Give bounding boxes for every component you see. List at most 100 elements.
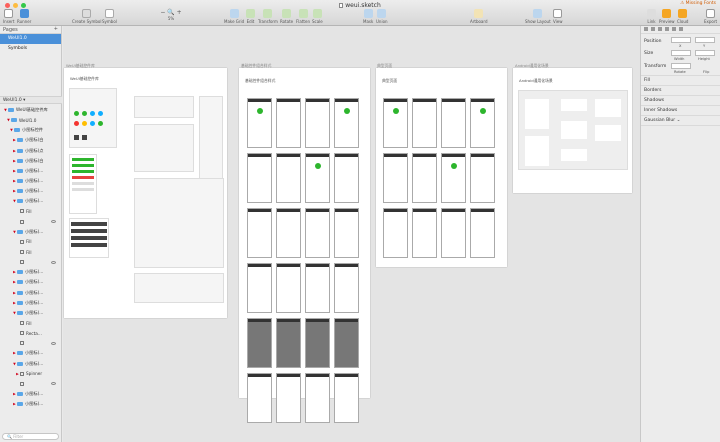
layer-row[interactable]: ▶ 小图标(… [0,267,62,277]
zoom-control[interactable]: − 🔍 +5% [160,9,182,21]
flip-label: Flip [703,70,710,74]
layer-row[interactable]: Fill [0,318,62,328]
layer-row[interactable]: ▼ 小图标(… [0,196,62,206]
artboard-button[interactable]: Artboard [470,9,488,24]
eye-icon[interactable] [51,220,56,224]
layer-row[interactable]: ▶ 小图标(点 [0,146,62,156]
dark-list-card [69,218,109,258]
flatten-button[interactable]: Flatten [296,9,310,24]
add-page-icon[interactable]: + [54,26,58,32]
inner-shadows-label: Inner Shadows [644,108,678,113]
layer-row[interactable] [0,217,62,227]
artboard-title-2: 基础控件组合样式 [245,78,276,83]
view-button[interactable]: View [553,9,563,24]
artboard-typical-pages[interactable]: 典型页面 [376,68,507,267]
layer-row[interactable]: ▼ WeUI1.0 [0,115,62,125]
inner-shadows-section[interactable]: Inner Shadows [641,106,720,116]
layer-row[interactable]: ▶ 小图标(… [0,399,62,409]
layer-row[interactable] [0,338,62,348]
zoom-out-icon[interactable]: − 🔍 + [160,9,181,16]
layer-row[interactable]: ▶ 小图标(… [0,348,62,358]
borders-section[interactable]: Borders [641,86,720,96]
layer-filter-input[interactable]: 🔍 Filter [2,433,59,440]
artboard-combo-styles[interactable]: 基础控件组合样式 [239,68,370,423]
layer-row[interactable]: Recta… [0,328,62,338]
layer-row[interactable]: ▶ 小图标(… [0,176,62,186]
preview-button[interactable]: Preview [659,9,675,24]
align-left-icon[interactable] [644,27,648,31]
layer-row[interactable]: ▼ 小图标(… [0,308,62,318]
artboard-basic-controls[interactable]: WeUI基础控件库 [64,68,227,318]
chevron-down-icon[interactable]: ⌄ [677,118,681,123]
cloud-label: Cloud [677,19,689,24]
make-grid-button[interactable]: Make Grid [224,9,244,24]
scale-button[interactable]: Scale [312,9,323,24]
cloud-button[interactable]: Cloud [677,9,688,24]
transform-button[interactable]: Transform [258,9,278,24]
screen-thumbnail [305,373,330,423]
layer-row[interactable]: ▼ WeUI基础控件库 [0,105,62,115]
export-button[interactable]: Export [704,9,717,24]
y-field[interactable] [695,37,715,43]
union-button[interactable]: Union [376,9,388,24]
width-field[interactable] [671,50,691,56]
cell-card-2 [134,124,194,172]
x-field[interactable] [671,37,691,43]
screen-thumbnail [247,318,272,368]
rotate-field[interactable] [671,63,691,69]
layer-row[interactable]: ▼ 小图标(… [0,227,62,237]
document-icon [339,3,344,8]
mask-button[interactable]: Mask [363,9,373,24]
eye-icon[interactable] [51,260,56,264]
layer-row[interactable]: ▶ 小图标(白 [0,156,62,166]
align-center-icon[interactable] [651,27,655,31]
align-right-icon[interactable] [658,27,662,31]
export-icon [706,9,716,18]
layer-row[interactable]: ▼ 小图标控件 [0,125,62,135]
make-grid-label: Make Grid [224,19,245,24]
rotate-button[interactable]: Rotate [280,9,293,24]
create-symbol-button[interactable]: Create Symbol [72,9,101,24]
missing-fonts-warning[interactable]: ⚠ Missing Fonts [680,1,716,6]
layer-row[interactable]: ▶ 小图标(… [0,389,62,399]
link-button[interactable]: Link [647,9,656,24]
status-bar [306,209,329,212]
union-icon [377,9,387,18]
layers-header[interactable]: WeUI1.0 ▾ [0,96,62,104]
align-middle-icon[interactable] [672,27,676,31]
layer-row[interactable]: Fill [0,237,62,247]
folder-icon [17,148,23,153]
show-layout-button[interactable]: Show Layout [525,9,551,24]
layer-row[interactable] [0,379,62,389]
gaussian-blur-section[interactable]: Gaussian Blur ⌄ [641,116,720,126]
screen-thumbnail [305,263,330,313]
page-item-weui[interactable]: WeUI1.0 [0,34,61,44]
artboard-android[interactable]: Android通用化场景 [513,68,632,193]
layer-row[interactable] [0,257,62,267]
layer-row[interactable]: ▶ 小图标(… [0,298,62,308]
eye-icon[interactable] [51,382,56,386]
eye-icon[interactable] [51,341,56,345]
canvas[interactable]: WeUI基础控件库 WeUI基础控件库 基础控件组合样式 基础控件组合样式 典型… [63,26,640,442]
icon-card [69,88,117,148]
layer-row[interactable]: Fill [0,247,62,257]
symbol-button[interactable]: Symbol [102,9,117,24]
insert-button[interactable]: Insert [3,9,14,24]
align-bottom-icon[interactable] [679,27,683,31]
folder-icon [8,108,14,113]
layer-row[interactable]: ▶ 小图标(… [0,166,62,176]
layer-row[interactable]: ▼ 小图标(… [0,359,62,369]
height-field[interactable] [695,50,715,56]
layer-row[interactable]: ▶ 小图标(白 [0,135,62,145]
page-item-symbols[interactable]: Symbols [0,44,61,54]
align-top-icon[interactable] [665,27,669,31]
layer-row[interactable]: Fill [0,206,62,216]
layer-row[interactable]: ▶ Spinner [0,369,62,379]
layer-row[interactable]: ▶ 小图标(… [0,288,62,298]
layer-row[interactable]: ▶ 小图标(… [0,186,62,196]
layer-row[interactable]: ▶ 小图标(… [0,277,62,287]
shadows-section[interactable]: Shadows [641,96,720,106]
fill-section[interactable]: Fill [641,76,720,86]
edit-button[interactable]: Edit [246,9,255,24]
runner-button[interactable]: Runner [17,9,31,24]
